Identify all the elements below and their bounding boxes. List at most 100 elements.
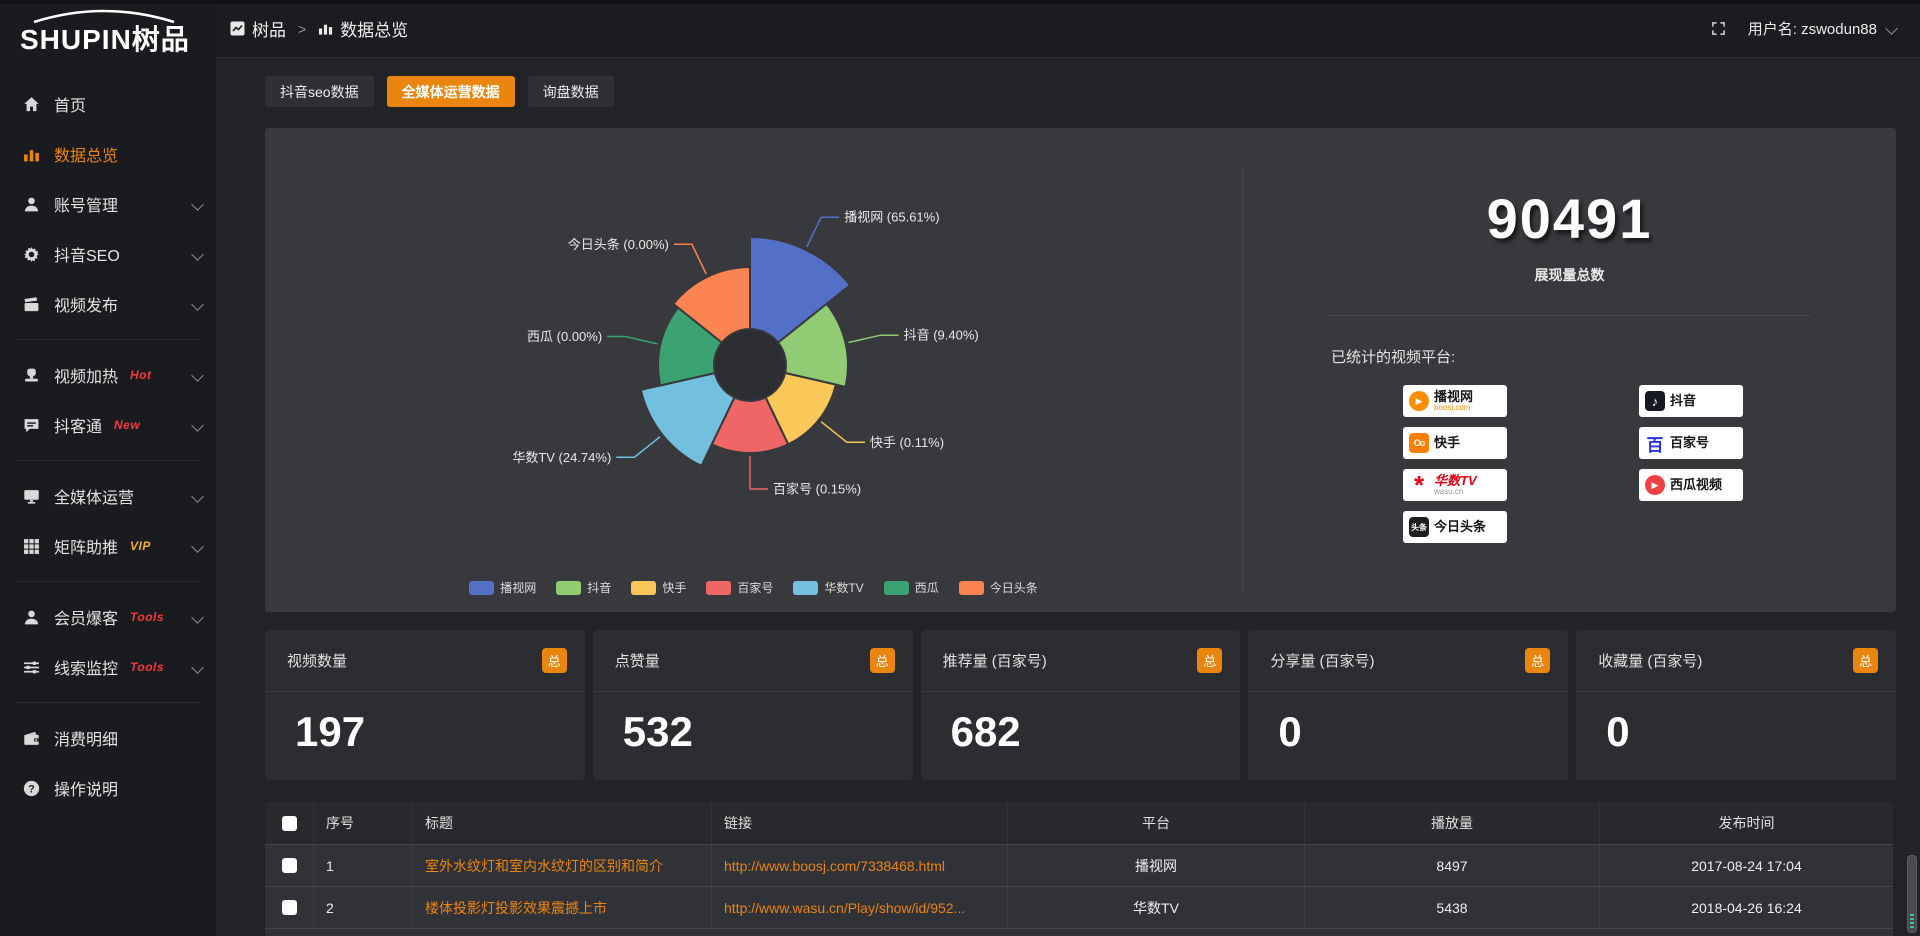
- total-badge[interactable]: 总: [1525, 648, 1550, 673]
- tab-douyin-seo-data[interactable]: 抖音seo数据: [265, 76, 374, 107]
- pie-label-line: [607, 337, 657, 344]
- legend-item-西瓜[interactable]: 西瓜: [884, 579, 939, 596]
- sidebar-item-data-overview[interactable]: 数据总览: [0, 129, 216, 179]
- toutiao-logo-icon: 头条: [1409, 517, 1429, 537]
- legend-item-华数TV[interactable]: 华数TV: [793, 579, 863, 596]
- vertical-scrollbar[interactable]: [1907, 855, 1917, 933]
- cell-platform: 播视网: [1008, 845, 1305, 886]
- chevron-down-icon: [191, 198, 204, 211]
- sidebar-item-member-baoke[interactable]: 会员爆客 Tools: [0, 592, 216, 642]
- total-impressions-label: 展现量总数: [1243, 265, 1896, 285]
- cell-url-link[interactable]: http://www.boosj.com/7338468.html: [712, 845, 1008, 886]
- sidebar-item-instructions[interactable]: ? 操作说明: [0, 763, 216, 813]
- pie-label-line: [616, 437, 660, 458]
- sidebar-item-label: 账号管理: [54, 192, 118, 216]
- row-checkbox[interactable]: [282, 858, 297, 873]
- legend-item-抖音[interactable]: 抖音: [556, 579, 611, 596]
- sidebar-item-label: 首页: [54, 92, 86, 116]
- rose-pie-chart: 播视网 (65.61%)抖音 (9.40%)快手 (0.11%)百家号 (0.1…: [265, 128, 1242, 612]
- legend-item-百家号[interactable]: 百家号: [706, 579, 773, 596]
- stat-card-shares: 分享量 (百家号)总 0: [1248, 630, 1568, 780]
- column-header-index: 序号: [314, 802, 413, 844]
- platform-badges: ▶ 播视网boosj.com ♪ 抖音 Oo 快手 百 百家号 * 华数TV: [1403, 385, 1896, 543]
- legend-swatch: [556, 581, 581, 595]
- platform-name: 西瓜视频: [1670, 478, 1722, 492]
- pie-slice-华数TV[interactable]: [641, 373, 735, 466]
- sidebar-item-label: 线索监控: [54, 655, 118, 679]
- sidebar-item-label: 数据总览: [54, 142, 118, 166]
- sidebar-divider: [16, 339, 200, 340]
- row-checkbox[interactable]: [282, 900, 297, 915]
- legend-swatch: [959, 581, 984, 595]
- pie-label-line: [674, 244, 706, 274]
- app-logo[interactable]: SHUPIN树品: [0, 0, 216, 67]
- platform-badge-douyin[interactable]: ♪ 抖音: [1639, 385, 1743, 417]
- video-data-table: 序号 标题 链接 平台 播放量 发布时间 1 室外水纹灯和室内水纹灯的区别和简介…: [265, 802, 1893, 936]
- column-header-platform: 平台: [1008, 802, 1305, 844]
- sidebar-item-label: 全媒体运营: [54, 484, 134, 508]
- topbar-right: 用户名: zswodun88: [1711, 18, 1896, 39]
- platform-badge-boosj[interactable]: ▶ 播视网boosj.com: [1403, 385, 1507, 417]
- tab-omnimedia-operation-data[interactable]: 全媒体运营数据: [387, 76, 515, 107]
- cell-plays: 5438: [1305, 887, 1600, 928]
- sidebar-item-video-publish[interactable]: 视频发布: [0, 279, 216, 329]
- home-icon: [22, 95, 40, 113]
- legend-item-今日头条[interactable]: 今日头条: [959, 579, 1038, 596]
- sidebar-item-video-heating[interactable]: 视频加热 Hot: [0, 350, 216, 400]
- legend-item-快手[interactable]: 快手: [631, 579, 686, 596]
- username-label: 用户名: zswodun88: [1748, 18, 1877, 39]
- sidebar-item-doketong[interactable]: 抖客通 New: [0, 400, 216, 450]
- sidebar-item-label: 视频发布: [54, 292, 118, 316]
- total-badge[interactable]: 总: [1197, 648, 1222, 673]
- platform-badge-kuaishou[interactable]: Oo 快手: [1403, 427, 1507, 459]
- stat-value: 0: [1576, 692, 1896, 756]
- sidebar-item-label: 会员爆客: [54, 605, 118, 629]
- data-tabs: 抖音seo数据 全媒体运营数据 询盘数据: [265, 76, 614, 107]
- legend-item-播视网[interactable]: 播视网: [469, 579, 536, 596]
- platform-badge-toutiao[interactable]: 头条 今日头条: [1403, 511, 1507, 543]
- overview-panel: 播视网 (65.61%)抖音 (9.40%)快手 (0.11%)百家号 (0.1…: [265, 128, 1896, 612]
- breadcrumb-label: 数据总览: [340, 16, 408, 41]
- total-badge[interactable]: 总: [1853, 648, 1878, 673]
- cell-title-link[interactable]: 楼体投影灯投影效果震撼上市: [413, 887, 712, 928]
- chevron-down-icon: [191, 611, 204, 624]
- cell-title-link[interactable]: 室外水纹灯和室内水纹灯的区别和简介: [413, 845, 712, 886]
- platform-name: 快手: [1434, 436, 1460, 450]
- breadcrumb-label: 树品: [252, 16, 286, 41]
- sidebar-item-home[interactable]: 首页: [0, 79, 216, 129]
- pie-label-line: [807, 217, 839, 247]
- platform-name: 抖音: [1670, 394, 1696, 408]
- user-menu[interactable]: 用户名: zswodun88: [1748, 18, 1896, 39]
- stat-label: 收藏量 (百家号): [1598, 650, 1702, 671]
- sidebar-item-omnimedia-operation[interactable]: 全媒体运营: [0, 471, 216, 521]
- select-all-checkbox[interactable]: [282, 816, 297, 831]
- chevron-down-icon: [1885, 22, 1898, 35]
- boosj-logo-icon: ▶: [1409, 391, 1429, 411]
- platform-badge-baijiahao[interactable]: 百 百家号: [1639, 427, 1743, 459]
- platform-badge-wasu[interactable]: * 华数TVwasu.cn: [1403, 469, 1507, 501]
- bar-chart-icon: [318, 21, 333, 36]
- sidebar-item-label: 消费明细: [54, 726, 118, 750]
- total-badge[interactable]: 总: [870, 648, 895, 673]
- logo-graphic: SHUPIN树品: [12, 8, 208, 58]
- legend-label: 抖音: [587, 579, 611, 596]
- sidebar-nav: 首页 数据总览 账号管理 抖音SEO 视频发布 视频加热 Hot: [0, 67, 216, 813]
- sidebar-item-spending-details[interactable]: 消费明细: [0, 713, 216, 763]
- stat-label: 分享量 (百家号): [1270, 650, 1374, 671]
- bar-chart-icon: [22, 145, 40, 163]
- tab-inquiry-data[interactable]: 询盘数据: [528, 76, 614, 107]
- breadcrumb-root[interactable]: 树品: [230, 16, 286, 41]
- total-badge[interactable]: 总: [542, 648, 567, 673]
- stat-card-recommendations: 推荐量 (百家号)总 682: [921, 630, 1241, 780]
- sidebar-item-account-management[interactable]: 账号管理: [0, 179, 216, 229]
- sidebar-item-lead-monitoring[interactable]: 线索监控 Tools: [0, 642, 216, 692]
- pie-label: 抖音 (9.40%): [904, 328, 979, 343]
- sidebar-item-matrix-boost[interactable]: 矩阵助推 VIP: [0, 521, 216, 571]
- breadcrumb-current[interactable]: 数据总览: [318, 16, 408, 41]
- fullscreen-icon[interactable]: [1711, 21, 1726, 36]
- sidebar-item-label: 抖音SEO: [54, 242, 120, 266]
- platform-name: 百家号: [1670, 436, 1709, 450]
- platform-badge-xigua[interactable]: ▶ 西瓜视频: [1639, 469, 1743, 501]
- sidebar-item-douyin-seo[interactable]: 抖音SEO: [0, 229, 216, 279]
- cell-url-link[interactable]: http://www.wasu.cn/Play/show/id/952...: [712, 887, 1008, 928]
